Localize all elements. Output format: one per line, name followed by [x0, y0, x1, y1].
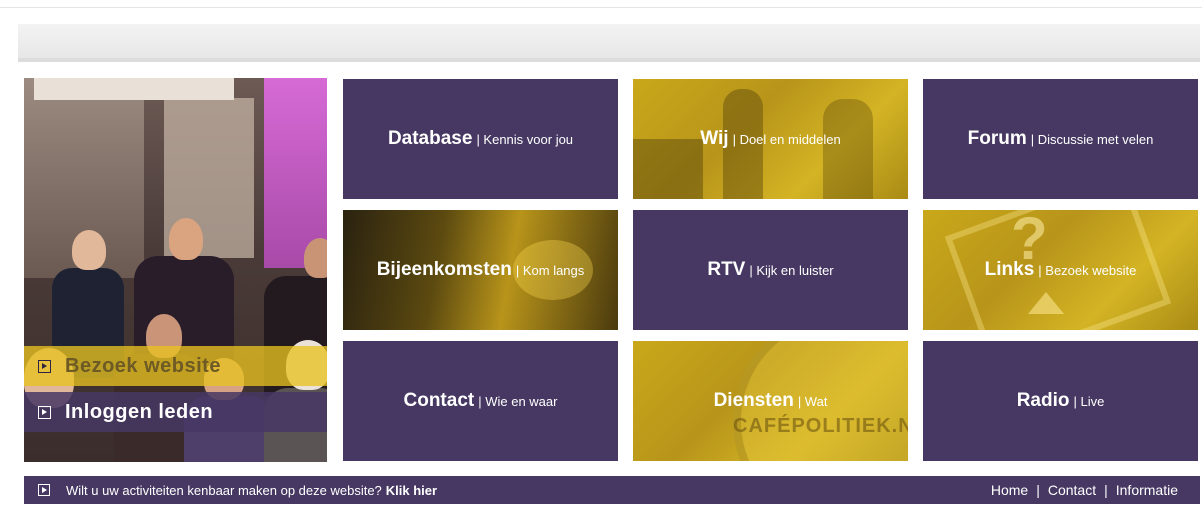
- tile-subtitle: | Wie en waar: [478, 393, 558, 409]
- tile-subtitle: | Live: [1073, 393, 1105, 409]
- tile-links[interactable]: ? Links | Bezoek website: [923, 210, 1198, 330]
- top-frame: [0, 0, 1202, 8]
- tile-subtitle: | Kijk en luister: [749, 262, 834, 278]
- tile-title: Database: [387, 128, 473, 149]
- tile-bijeenkomsten[interactable]: Bijeenkomsten | Kom langs: [343, 210, 618, 330]
- cafe-politiek-logo: CAFÉPOLITIEK.NL: [733, 415, 908, 437]
- tile-forum[interactable]: Forum | Discussie met velen: [923, 79, 1198, 199]
- header-bar: [18, 24, 1200, 62]
- footer-link-contact[interactable]: Contact: [1048, 482, 1096, 498]
- tile-subtitle: | Kom langs: [515, 262, 585, 278]
- tile-title: Diensten: [713, 390, 794, 411]
- arrow-up-icon: [1028, 292, 1064, 314]
- footer-separator: |: [1036, 482, 1040, 498]
- footer-bar: Wilt u uw activiteiten kenbaar maken op …: [24, 476, 1200, 504]
- footer-link-informatie[interactable]: Informatie: [1116, 482, 1178, 498]
- footer-message: Wilt u uw activiteiten kenbaar maken op …: [66, 482, 382, 498]
- visit-website-button[interactable]: Bezoek website: [24, 346, 327, 386]
- footer-link-home[interactable]: Home: [991, 482, 1028, 498]
- tile-radio[interactable]: Radio | Live: [923, 341, 1198, 461]
- member-login-button[interactable]: Inloggen leden: [24, 392, 327, 432]
- tile-title: Contact: [403, 390, 475, 411]
- arrow-right-icon: [38, 359, 51, 373]
- tile-title: Bijeenkomsten: [376, 259, 512, 280]
- tile-contact[interactable]: Contact | Wie en waar: [343, 341, 618, 461]
- tile-database[interactable]: Database | Kennis voor jou: [343, 79, 618, 199]
- tile-title: Links: [984, 259, 1035, 280]
- footer-separator: |: [1104, 482, 1108, 498]
- tile-title: Wij: [700, 128, 729, 149]
- tile-title: RTV: [707, 259, 746, 280]
- tile-wij[interactable]: Wij | Doel en middelen: [633, 79, 908, 199]
- tile-subtitle: | Discussie met velen: [1030, 131, 1154, 147]
- tile-subtitle: | Kennis voor jou: [476, 131, 574, 147]
- footer-cta-link[interactable]: Klik hier: [386, 483, 437, 498]
- tile-subtitle: | Wat: [797, 393, 828, 409]
- arrow-right-icon: [38, 405, 51, 419]
- tile-title: Radio: [1016, 390, 1070, 411]
- tile-subtitle: | Bezoek website: [1038, 262, 1137, 278]
- visit-website-label: Bezoek website: [65, 354, 221, 377]
- member-login-label: Inloggen leden: [65, 400, 214, 423]
- footer-nav: Home | Contact | Informatie: [991, 476, 1178, 504]
- tile-diensten[interactable]: CAFÉPOLITIEK.NL Diensten | Wat: [633, 341, 908, 461]
- arrow-right-icon: [38, 484, 50, 496]
- tile-rtv[interactable]: RTV | Kijk en luister: [633, 210, 908, 330]
- tile-subtitle: | Doel en middelen: [732, 131, 841, 147]
- tile-title: Forum: [967, 128, 1027, 149]
